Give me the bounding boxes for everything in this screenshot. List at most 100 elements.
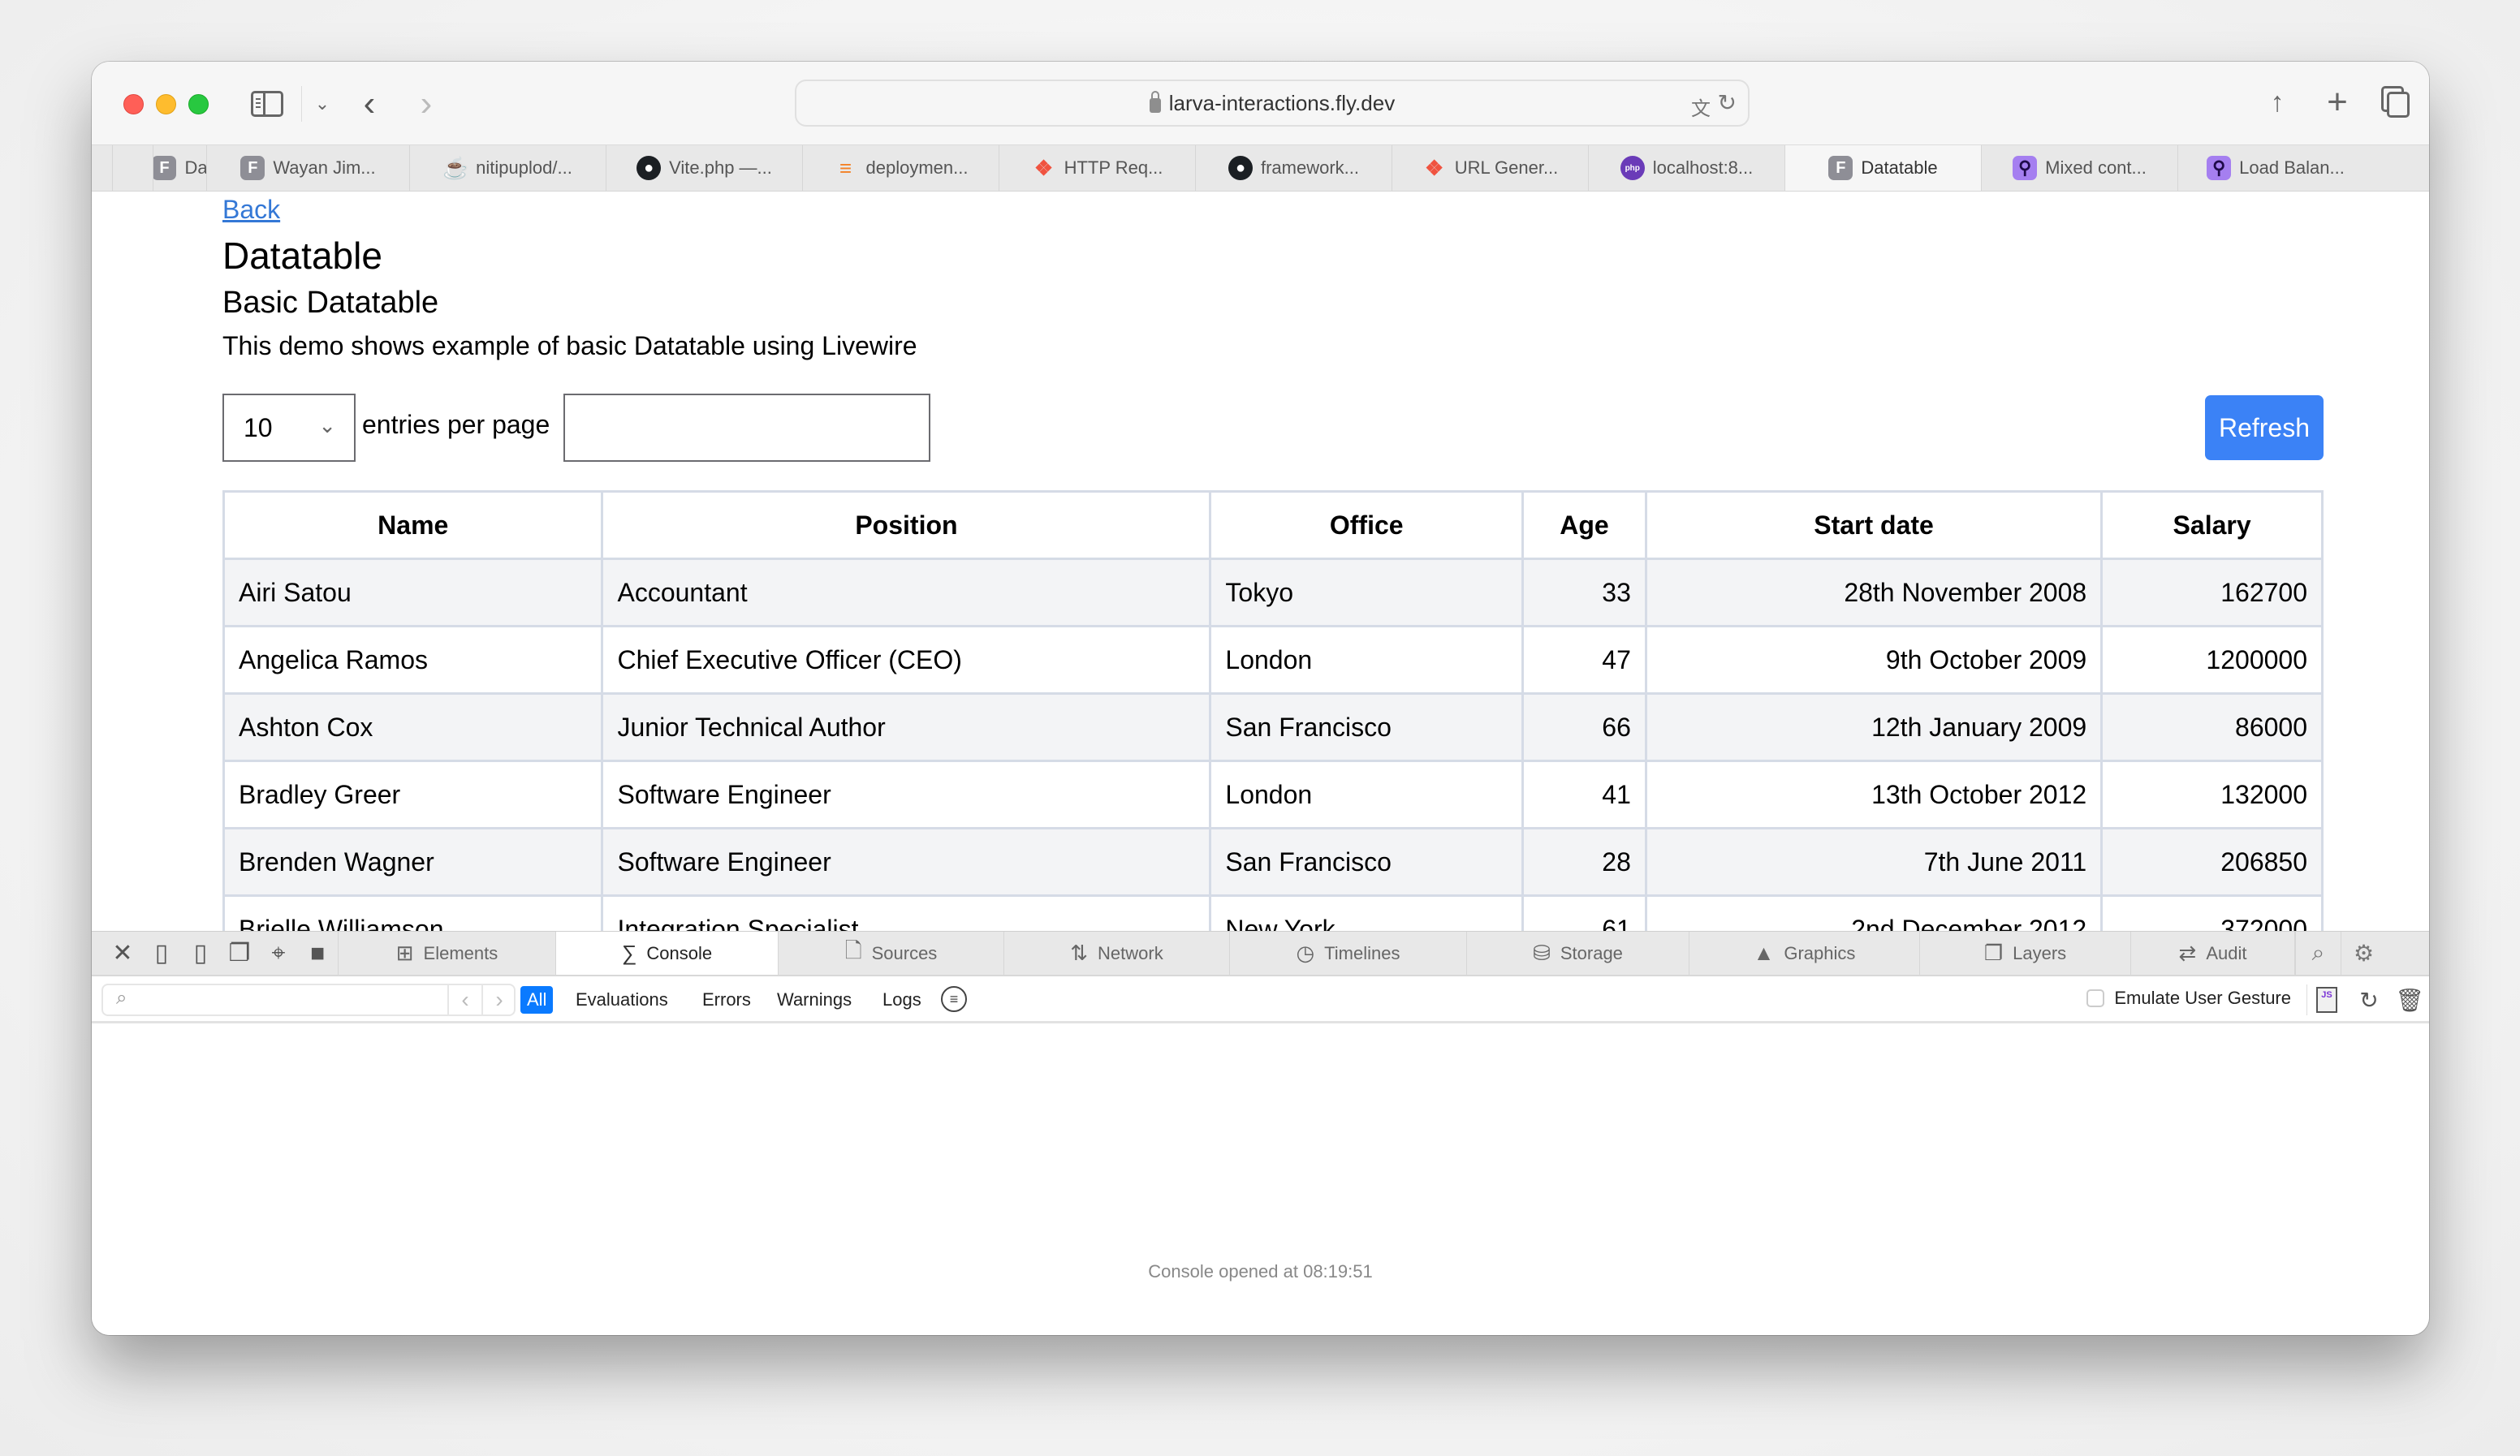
tab-label: localhost:8... (1652, 157, 1754, 178)
tab-label: HTTP Req... (1064, 157, 1163, 178)
browser-tab[interactable]: ⚲ Load Balan... (2178, 145, 2373, 191)
gitea-icon: ☕ (442, 155, 469, 180)
emulate-user-gesture-toggle[interactable]: Emulate User Gesture (2086, 988, 2291, 1009)
per-page-value: 10 (244, 412, 273, 442)
timelines-icon: ◷ (1296, 941, 1315, 965)
inspector-tab-storage[interactable]: ⛁ Storage (1467, 932, 1689, 975)
gear-icon[interactable]: ⚙ (2341, 932, 2386, 975)
column-header-salary[interactable]: Salary (2100, 490, 2324, 560)
column-header-age[interactable]: Age (1521, 490, 1647, 560)
inspector-tab-console[interactable]: ∑ Console (556, 932, 779, 975)
github-icon: ● (636, 156, 662, 180)
back-arrow-icon[interactable]: ‹ (352, 83, 387, 125)
per-page-select[interactable]: 10 ⌄ (222, 394, 356, 462)
refresh-button[interactable]: Refresh (2205, 395, 2324, 460)
tab-overview-icon[interactable] (2380, 86, 2412, 118)
trash-icon[interactable]: 🗑 (2395, 984, 2424, 1015)
browser-tab[interactable]: ☕ nitipuplod/... (410, 145, 606, 191)
browser-tab[interactable]: ≡ deploymen... (803, 145, 999, 191)
inspector-tab-layers[interactable]: ❐ Layers (1920, 932, 2131, 975)
network-icon: ⇅ (1070, 941, 1089, 965)
address-bar[interactable]: larva-interactions.fly.dev 文 ↻ (795, 80, 1750, 127)
cell-office: San Francisco (1209, 692, 1524, 762)
filter-menu-icon[interactable]: ≡ (941, 986, 967, 1012)
preserve-log-icon[interactable]: ↻ (2354, 984, 2384, 1015)
level-filter-evaluations[interactable]: Evaluations (569, 986, 675, 1014)
detach-window-icon[interactable]: ❐ (220, 937, 259, 970)
next-match-icon[interactable]: › (481, 985, 516, 1014)
column-header-position[interactable]: Position (601, 490, 1212, 560)
back-link[interactable]: Back (222, 195, 280, 225)
zoom-window-button[interactable] (188, 94, 209, 114)
tab-label: Vite.php —... (669, 157, 772, 178)
cell-salary: 132000 (2100, 760, 2324, 829)
cell-office: London (1209, 760, 1524, 829)
element-picker-icon[interactable]: ⌖ (259, 937, 298, 970)
cell-name: Brenden Wagner (222, 827, 604, 897)
emulate-user-gesture-checkbox[interactable] (2086, 989, 2105, 1007)
console-filter-input[interactable] (144, 987, 444, 1013)
browser-tab[interactable]: ● Vite.php —... (606, 145, 803, 191)
inspector-tab-sources[interactable]: 🗋 Sources (779, 932, 1004, 975)
javascript-file-icon[interactable]: JS (2312, 984, 2341, 1015)
browser-tab[interactable]: ❖ HTTP Req... (999, 145, 1196, 191)
tab-label: URL Gener... (1454, 157, 1559, 178)
audit-icon: ⇄ (2178, 941, 2197, 965)
chevron-down-icon[interactable]: ⌄ (308, 89, 337, 118)
browser-tab[interactable]: php localhost:8... (1589, 145, 1785, 191)
browser-tab[interactable]: ● framework... (1196, 145, 1392, 191)
laravel-icon: ❖ (1033, 155, 1054, 180)
per-page-label: entries per page (362, 410, 550, 439)
inspector-tab-elements[interactable]: ⊞ Elements (339, 932, 556, 975)
cell-salary: 162700 (2100, 558, 2324, 627)
sidebar-toggle-icon[interactable] (251, 91, 283, 117)
reload-icon[interactable]: ↻ (1718, 89, 1737, 116)
close-window-button[interactable] (123, 94, 144, 114)
inspector-dock-controls: ✕ ▯ ▯ ❐ ⌖ ■ (92, 932, 339, 975)
level-filter-errors[interactable]: Errors (696, 986, 757, 1014)
browser-tab[interactable]: ❖ URL Gener... (1392, 145, 1589, 191)
tab-label: Datatable (1861, 157, 1938, 178)
inspector-tab-graphics[interactable]: ▲ Graphics (1689, 932, 1920, 975)
cell-salary: 206850 (2100, 827, 2324, 897)
share-icon[interactable]: ↑ (2261, 81, 2293, 123)
browser-tab[interactable]: ⚲ Mixed cont... (1982, 145, 2178, 191)
table-header-row: Name Position Office Age Start date Sala… (222, 490, 2324, 560)
cell-salary: 1200000 (2100, 625, 2324, 695)
page-subtitle: Basic Datatable (222, 286, 439, 320)
browser-tab-active[interactable]: F Datatable (1785, 145, 1982, 191)
search-input[interactable] (563, 394, 930, 462)
tab-label: deploymen... (865, 157, 969, 178)
js-badge: JS (2316, 987, 2337, 1013)
graphics-icon: ▲ (1753, 941, 1775, 965)
browser-tab[interactable]: F Da (153, 145, 207, 191)
level-filter-warnings[interactable]: Warnings (770, 986, 858, 1014)
browser-tab[interactable]: F Wayan Jim... (207, 145, 410, 191)
level-filter-logs[interactable]: Logs (876, 986, 928, 1014)
translate-icon[interactable]: 文 (1691, 93, 1711, 121)
inspector-tab-network[interactable]: ⇅ Network (1004, 932, 1230, 975)
minimize-window-button[interactable] (156, 94, 176, 114)
laravel-icon: ❖ (1425, 155, 1444, 180)
inspector-tab-audit[interactable]: ⇄ Audit (2131, 932, 2295, 975)
new-tab-icon[interactable]: + (2321, 81, 2354, 123)
previous-match-icon[interactable]: ‹ (447, 985, 481, 1014)
forward-arrow-icon[interactable]: › (408, 83, 444, 125)
tab-label: Storage (1560, 942, 1623, 963)
column-header-start-date[interactable]: Start date (1644, 490, 2104, 560)
close-inspector-icon[interactable]: ✕ (103, 937, 142, 970)
cell-name: Ashton Cox (222, 692, 604, 762)
column-header-office[interactable]: Office (1209, 490, 1524, 560)
dock-right-icon[interactable]: ▯ (181, 937, 220, 970)
table-row: Bradley Greer Software Engineer London 4… (222, 760, 2324, 829)
pinned-tab-spacer (113, 145, 153, 191)
php-icon: php (1620, 156, 1645, 180)
search-icon[interactable]: ⌕ (2295, 932, 2341, 975)
table-row: Angelica Ramos Chief Executive Officer (… (222, 625, 2324, 695)
inspector-tab-timelines[interactable]: ◷ Timelines (1230, 932, 1467, 975)
table-controls: 10 ⌄ entries per page Refresh (222, 394, 2324, 462)
level-filter-all[interactable]: All (520, 986, 554, 1014)
device-settings-icon[interactable]: ■ (298, 937, 337, 970)
column-header-name[interactable]: Name (222, 490, 604, 560)
dock-left-icon[interactable]: ▯ (142, 937, 181, 970)
